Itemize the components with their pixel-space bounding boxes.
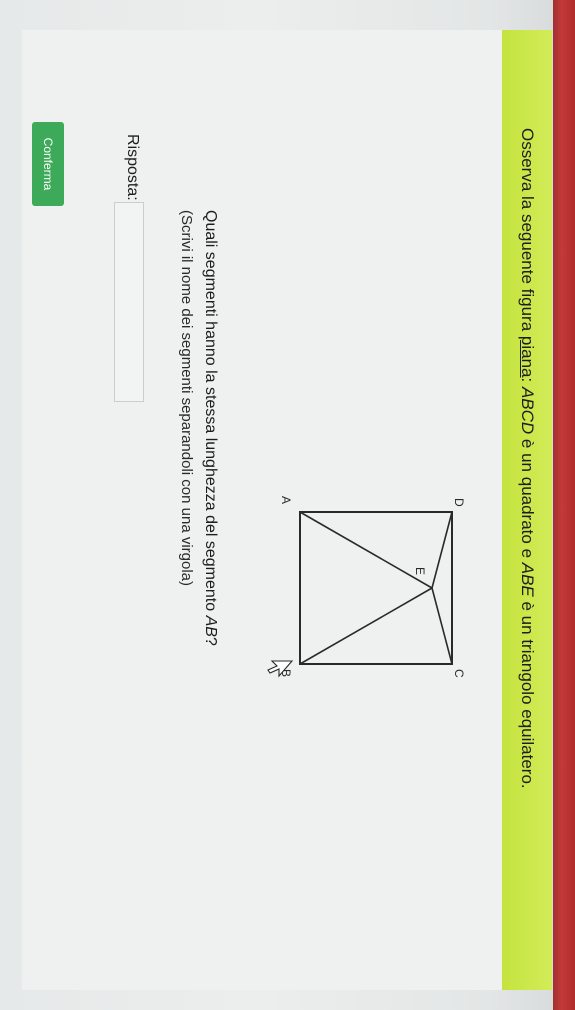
exercise-page: Osserva la seguente figura piana: ABCD è…	[22, 30, 552, 990]
instruction-underlined-word: piana	[518, 335, 537, 378]
instruction-suffix: è un triangolo equilatero.	[518, 596, 537, 789]
vertex-label-d: D	[452, 498, 466, 507]
segment-de	[431, 511, 453, 589]
answer-hint: (Scrivi il nome dei segmenti separandoli…	[178, 210, 195, 587]
square-name: ABCD	[518, 386, 537, 435]
question-prefix: Quali segmenti hanno la stessa lunghezza…	[202, 210, 219, 616]
vertex-label-a: A	[279, 496, 293, 504]
answer-input[interactable]	[114, 202, 144, 402]
square-abcd	[299, 511, 453, 665]
segment-ae	[299, 511, 433, 589]
instruction-banner: Osserva la seguente figura piana: ABCD è…	[502, 30, 552, 990]
confirm-button[interactable]: Conferma	[32, 122, 64, 206]
instruction-text: Osserva la seguente figura piana: ABCD è…	[517, 30, 537, 789]
question-segment: AB	[202, 615, 219, 637]
question-text: Quali segmenti hanno la stessa lunghezza…	[201, 210, 219, 646]
rotated-view: Osserva la seguente figura piana: ABCD è…	[0, 0, 575, 1010]
geometry-figure: D C E A B	[267, 496, 466, 678]
segment-be	[299, 587, 433, 665]
question-suffix: ?	[202, 636, 219, 646]
vertex-label-e: E	[413, 567, 427, 575]
instruction-prefix: Osserva la seguente figura	[518, 128, 537, 336]
triangle-name: ABE	[518, 562, 537, 597]
answer-label: Risposta:	[124, 134, 141, 201]
segment-ce	[431, 587, 453, 665]
instruction-middle-2: è un quadrato e	[518, 434, 537, 563]
instruction-middle-1: :	[518, 377, 537, 387]
vertex-label-c: C	[452, 669, 466, 678]
